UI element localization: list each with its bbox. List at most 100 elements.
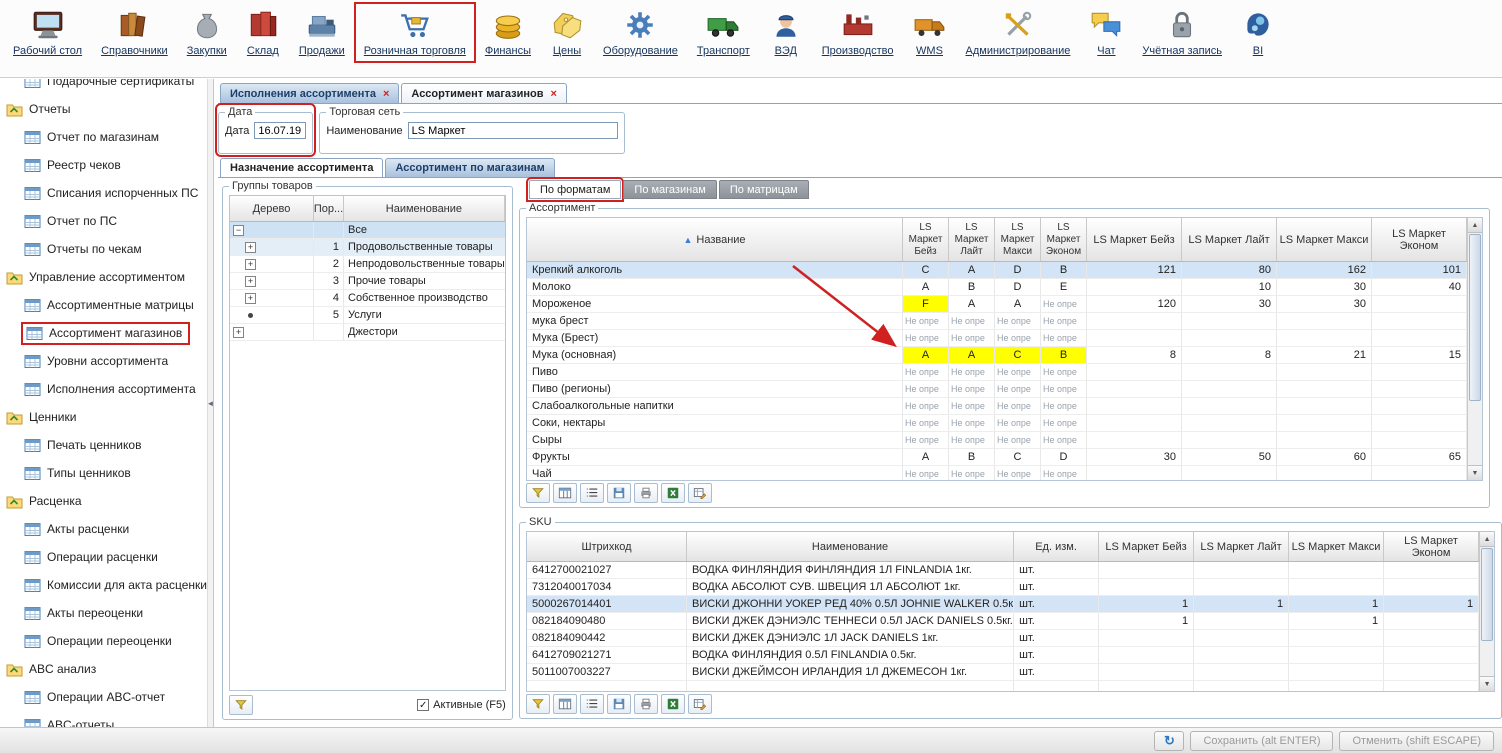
assortment-letter-cell[interactable]: Не опре [995,398,1041,414]
group-tree-cell[interactable]: + [230,239,314,255]
assortment-value-cell[interactable] [1182,432,1277,448]
assortment-value-cell[interactable] [1182,398,1277,414]
sidebar-item[interactable]: Операции переоценки [0,627,207,655]
assortment-value-cell[interactable] [1372,381,1467,397]
group-row[interactable]: +2Непродовольственные товары [230,256,505,273]
toolbar-item[interactable]: Транспорт [690,5,757,60]
sku-value-cell[interactable] [1384,630,1479,646]
group-row[interactable]: −Все [230,222,505,239]
assortment-value-cell[interactable] [1182,364,1277,380]
assortment-value-cell[interactable]: 50 [1182,449,1277,465]
assortment-row[interactable]: Пиво (регионы)Не опреНе опреНе опреНе оп… [527,381,1467,398]
assortment-value-column-header[interactable]: LS Маркет Лайт [1182,218,1277,261]
scrollbar-thumb[interactable] [1481,548,1493,641]
cancel-button[interactable]: Отменить (shift ESCAPE) [1339,731,1494,751]
assortment-letter-cell[interactable]: A [949,296,995,312]
toolbar-item[interactable]: Продажи [292,5,352,60]
assortment-letter-cell[interactable]: F [903,296,949,312]
assortment-letter-cell[interactable]: Не опре [949,313,995,329]
sku-value-cell[interactable] [1289,630,1384,646]
assortment-value-cell[interactable]: 162 [1277,262,1372,278]
assortment-value-cell[interactable]: 10 [1182,279,1277,295]
sidebar-splitter[interactable]: ◄ [207,79,214,727]
assortment-value-cell[interactable]: 30 [1087,449,1182,465]
assortment-letter-cell[interactable]: Не опре [1041,330,1087,346]
assortment-letter-cell[interactable]: Не опре [903,313,949,329]
assortment-letter-cell[interactable]: Не опре [903,432,949,448]
active-checkbox[interactable]: ✓ Активные (F5) [417,699,506,711]
assortment-value-column-header[interactable]: LS Маркет Бейз [1087,218,1182,261]
sku-column-header[interactable]: Наименование [687,532,1014,561]
assortment-letter-cell[interactable]: Не опре [949,415,995,431]
toolbar-item[interactable]: Финансы [478,5,538,60]
sku-column-header[interactable]: LS Маркет Макси [1289,532,1384,561]
tab-po-formatam[interactable]: По форматам [529,180,621,199]
sku-value-cell[interactable] [1289,664,1384,680]
column-header-tree[interactable]: Дерево [230,196,314,221]
assortment-letter-cell[interactable]: Не опре [995,313,1041,329]
assortment-row[interactable]: МороженоеFAAНе опре1203030 [527,296,1467,313]
expand-icon[interactable]: + [245,276,256,287]
expand-icon[interactable]: + [245,293,256,304]
sku-row[interactable]: 5011007003227ВИСКИ ДЖЕЙМСОН ИРЛАНДИЯ 1Л … [527,664,1479,681]
assortment-row[interactable]: ФруктыABCD30506065 [527,449,1467,466]
toolbar-item[interactable]: Рабочий стол [6,5,89,60]
excel-button[interactable] [661,694,685,714]
sku-row[interactable] [527,681,1479,691]
assortment-letter-column-header[interactable]: LS Маркет Бейз [903,218,949,261]
save-button[interactable]: Сохранить (alt ENTER) [1190,731,1333,751]
date-input[interactable] [254,122,306,139]
assortment-value-cell[interactable] [1277,313,1372,329]
sku-value-cell[interactable] [1194,647,1289,663]
assortment-letter-cell[interactable]: Не опре [949,381,995,397]
toolbar-item[interactable]: Учётная запись [1135,5,1229,60]
assortment-value-cell[interactable] [1087,313,1182,329]
sku-value-cell[interactable] [1099,579,1194,595]
assortment-letter-column-header[interactable]: LS Маркет Эконом [1041,218,1087,261]
sidebar-item[interactable]: Отчеты [0,95,207,123]
sku-value-cell[interactable] [1194,579,1289,595]
scrollbar-track[interactable] [1468,233,1482,465]
assortment-letter-cell[interactable]: D [995,262,1041,278]
assortment-row[interactable]: мука брестНе опреНе опреНе опреНе опре [527,313,1467,330]
trade-network-input[interactable] [408,122,618,139]
filter-button[interactable] [526,694,550,714]
assortment-letter-cell[interactable]: Не опре [949,398,995,414]
assortment-value-cell[interactable] [1277,466,1372,480]
assortment-value-cell[interactable] [1277,364,1372,380]
assortment-value-cell[interactable]: 8 [1182,347,1277,363]
list-button[interactable] [580,694,604,714]
assortment-letter-cell[interactable]: C [995,347,1041,363]
assortment-value-cell[interactable] [1087,398,1182,414]
sku-value-cell[interactable] [1384,681,1479,691]
refresh-button[interactable]: ↻ [1154,731,1184,751]
assortment-value-cell[interactable] [1087,381,1182,397]
assortment-value-cell[interactable] [1182,415,1277,431]
columns-button[interactable] [553,694,577,714]
sidebar-item[interactable]: Акты расценки [0,515,207,543]
assortment-value-cell[interactable] [1372,296,1467,312]
sku-value-cell[interactable]: 1 [1289,596,1384,612]
group-row[interactable]: +4Собственное производство [230,290,505,307]
sidebar-item[interactable]: Комиссии для акта расценки [0,571,207,599]
assortment-value-cell[interactable]: 40 [1372,279,1467,295]
assortment-letter-cell[interactable]: B [949,279,995,295]
sidebar-item[interactable]: Типы ценников [0,459,207,487]
assortment-letter-cell[interactable]: Не опре [903,364,949,380]
assortment-row[interactable]: Мука (основная)AACB882115 [527,347,1467,364]
sku-value-cell[interactable]: 1 [1099,613,1194,629]
group-row[interactable]: 5Услуги [230,307,505,324]
assortment-letter-cell[interactable]: Не опре [949,466,995,480]
assortment-value-cell[interactable] [1087,364,1182,380]
sidebar-item[interactable]: ABC-отчеты [0,711,207,727]
sku-value-cell[interactable] [1289,579,1384,595]
assortment-value-cell[interactable] [1372,364,1467,380]
grid-edit-button[interactable] [688,694,712,714]
toolbar-item[interactable]: Склад [239,5,287,60]
assortment-letter-cell[interactable]: Не опре [995,415,1041,431]
sidebar-item[interactable]: Ценники [0,403,207,431]
toolbar-item[interactable]: Оборудование [596,5,685,60]
sidebar-item[interactable]: Ассортиментные матрицы [0,291,207,319]
assortment-letter-cell[interactable]: Не опре [1041,381,1087,397]
assortment-letter-cell[interactable]: Не опре [949,432,995,448]
